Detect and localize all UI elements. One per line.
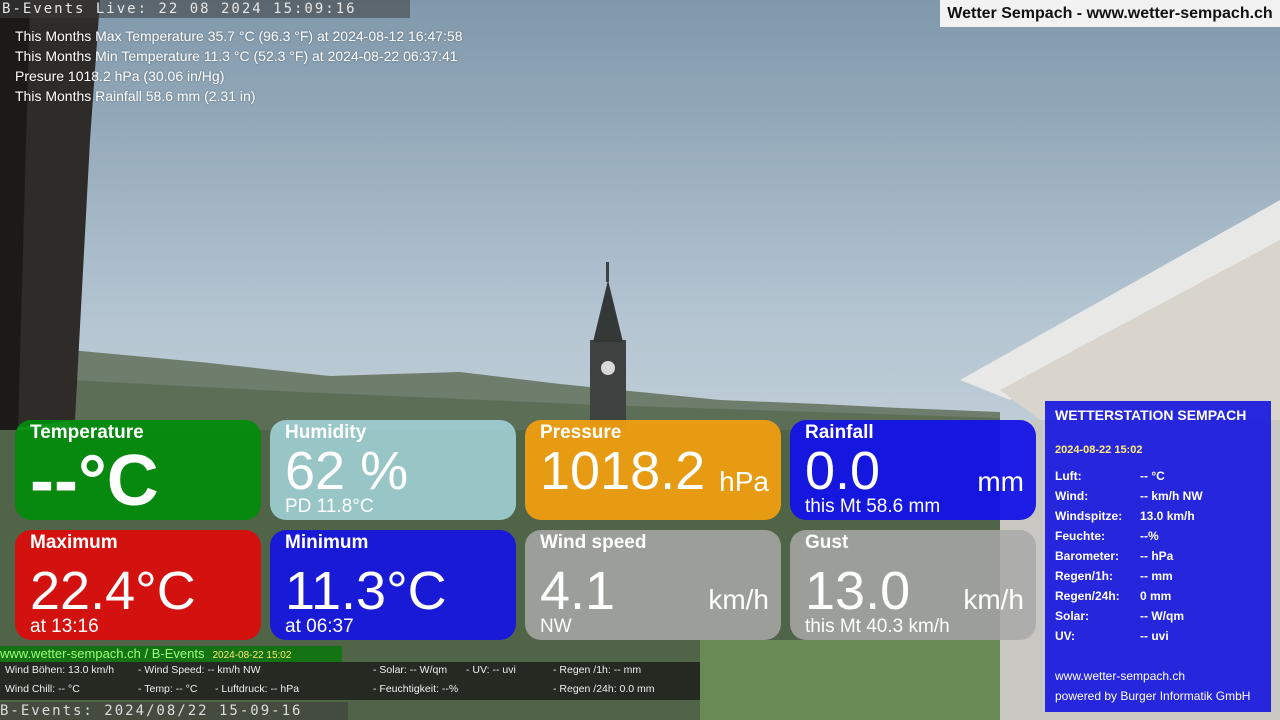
stat-max-temperature: This Months Max Temperature 35.7 °C (96.… <box>15 28 463 44</box>
temperature-value: --°C <box>30 441 159 520</box>
gust-month: this Mt 40.3 km/h <box>805 616 950 637</box>
panel-row-wind: Wind: -- km/h NW <box>1055 489 1203 503</box>
ticker-solar: - Solar: -- W/qm <box>373 664 448 676</box>
ticker-date: 2024-08-22 15:02 <box>212 650 292 661</box>
ticker-uv: - UV: -- uvi <box>466 664 516 676</box>
site-title[interactable]: Wetter Sempach - www.wetter-sempach.ch <box>940 0 1280 27</box>
panel-date: 2024-08-22 15:02 <box>1055 444 1143 456</box>
gust-title: Gust <box>805 532 849 553</box>
ticker-gusts: Wind Böhen: 13.0 km/h <box>5 664 115 676</box>
rainfall-value: 0.0 <box>805 441 881 501</box>
live-timestamp-bar: B-Events Live: 22 08 2024 15:09:16 <box>0 0 410 18</box>
ticker-pressure: - Luftdruck: -- hPa <box>215 683 300 695</box>
humidity-value: 62 % <box>285 441 409 501</box>
ticker-body: Wind Böhen: 13.0 km/h - Wind Speed: -- k… <box>0 662 700 700</box>
ticker-humidity: - Feuchtigkeit: --% <box>373 683 459 695</box>
pressure-unit: hPa <box>719 466 769 497</box>
panel-row-uv: UV: -- uvi <box>1055 629 1169 643</box>
panel-row-air: Luft: -- °C <box>1055 469 1165 483</box>
bottom-timestamp-bar: B-Events: 2024/08/22 15-09-16 <box>0 702 348 720</box>
gust-unit: km/h <box>963 584 1024 615</box>
ticker-wind-speed: - Wind Speed: -- km/h NW <box>138 664 261 676</box>
rainfall-unit: mm <box>977 466 1024 497</box>
minimum-value: 11.3°C <box>285 561 447 621</box>
ticker-temp: - Temp: -- °C <box>138 683 198 695</box>
maximum-tile: Maximum 22.4°C at 13:16 <box>15 530 261 640</box>
wind-speed-unit: km/h <box>708 584 769 615</box>
maximum-title: Maximum <box>30 532 118 553</box>
panel-title: WETTERSTATION SEMPACH <box>1055 407 1247 423</box>
monthly-stats: This Months Max Temperature 35.7 °C (96.… <box>15 26 463 106</box>
maximum-time: at 13:16 <box>30 616 99 637</box>
ticker-site[interactable]: www.wetter-sempach.ch / B-Events <box>0 646 204 661</box>
panel-site-link[interactable]: www.wetter-sempach.ch <box>1055 669 1185 683</box>
humidity-tile: Humidity 62 % PD 11.8°C <box>270 420 516 520</box>
panel-row-humidity: Feuchte: --% <box>1055 529 1159 543</box>
panel-row-barometer: Barometer: -- hPa <box>1055 549 1174 563</box>
maximum-value: 22.4°C <box>30 561 196 621</box>
panel-row-rain-24h: Regen/24h: 0 mm <box>1055 589 1172 603</box>
wind-speed-value: 4.1 <box>540 561 616 621</box>
stat-min-temperature: This Months Min Temperature 11.3 °C (52.… <box>15 48 458 64</box>
ticker-header: www.wetter-sempach.ch / B-Events 2024-08-… <box>0 646 342 662</box>
temperature-tile: Temperature --°C <box>15 420 261 520</box>
gust-tile: Gust 13.0 km/h this Mt 40.3 km/h <box>790 530 1036 640</box>
wind-direction: NW <box>540 616 572 637</box>
pressure-tile: Pressure 1018.2 hPa <box>525 420 781 520</box>
rainfall-month: this Mt 58.6 mm <box>805 496 941 517</box>
humidity-dewpoint: PD 11.8°C <box>285 496 374 517</box>
panel-row-gust: Windspitze: 13.0 km/h <box>1055 509 1195 523</box>
ticker-rain-24h: - Regen /24h: 0.0 mm <box>553 683 655 695</box>
wind-speed-title: Wind speed <box>540 532 647 553</box>
stat-rainfall: This Months Rainfall 58.6 mm (2.31 in) <box>15 88 256 104</box>
panel-credit: powered by Burger Informatik GmbH <box>1055 689 1251 703</box>
station-panel: WETTERSTATION SEMPACH 2024-08-22 15:02 L… <box>1045 401 1271 712</box>
wind-speed-tile: Wind speed 4.1 km/h NW <box>525 530 781 640</box>
minimum-time: at 06:37 <box>285 616 354 637</box>
rainfall-tile: Rainfall 0.0 mm this Mt 58.6 mm <box>790 420 1036 520</box>
ticker-wind-chill: Wind Chill: -- °C <box>5 683 80 695</box>
minimum-tile: Minimum 11.3°C at 06:37 <box>270 530 516 640</box>
stat-pressure: Presure 1018.2 hPa (30.06 in/Hg) <box>15 68 225 84</box>
panel-row-rain-1h: Regen/1h: -- mm <box>1055 569 1173 583</box>
gust-value: 13.0 <box>805 561 911 621</box>
ticker-rain-1h: - Regen /1h: -- mm <box>553 664 642 676</box>
minimum-title: Minimum <box>285 532 369 553</box>
panel-row-solar: Solar: -- W/qm <box>1055 609 1184 623</box>
pressure-value: 1018.2 <box>540 441 706 501</box>
